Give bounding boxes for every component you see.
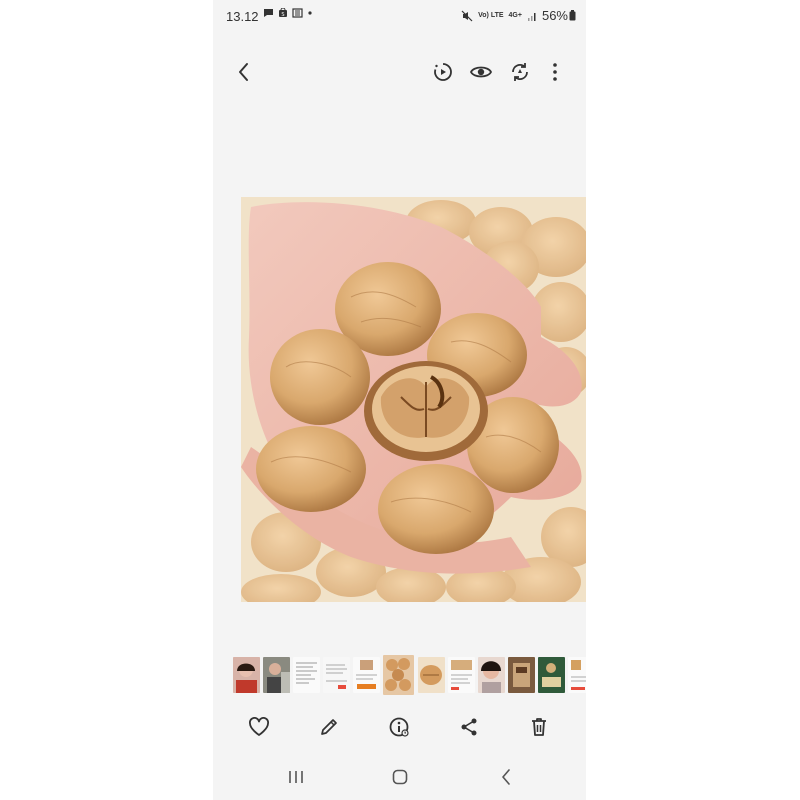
battery-icon xyxy=(569,10,576,21)
shop-notification-icon: S xyxy=(278,8,288,18)
battery-percent: 56% xyxy=(541,8,568,23)
thumbnail-10[interactable] xyxy=(508,657,535,693)
thumbnail-8[interactable] xyxy=(448,657,475,693)
thumbnail-3[interactable] xyxy=(293,657,320,693)
home-icon[interactable] xyxy=(385,762,415,792)
status-bar: 13.12 S Vo) LTE 4G+ 56% xyxy=(213,0,586,34)
chat-notification-icon xyxy=(263,8,274,18)
thumbnail-12[interactable] xyxy=(568,657,586,693)
back-nav-icon[interactable] xyxy=(491,762,521,792)
mute-icon xyxy=(461,10,473,22)
thumbnail-11[interactable] xyxy=(538,657,565,693)
network-label: 4G+ xyxy=(508,12,522,19)
filmstrip xyxy=(213,655,586,695)
recent-apps-icon[interactable] xyxy=(281,762,311,792)
edit-icon[interactable] xyxy=(314,712,344,742)
bottom-action-bar xyxy=(213,710,586,744)
thumbnail-7[interactable] xyxy=(418,657,445,693)
back-icon[interactable] xyxy=(229,57,259,87)
signal-icon xyxy=(527,11,537,21)
details-icon[interactable] xyxy=(384,712,414,742)
share-icon[interactable] xyxy=(454,712,484,742)
view-icon[interactable] xyxy=(466,57,496,87)
thumbnail-6-current[interactable] xyxy=(383,655,414,695)
gallery-notification-icon xyxy=(292,8,303,18)
thumbnail-4[interactable] xyxy=(323,657,350,693)
thumbnail-9[interactable] xyxy=(478,657,505,693)
thumbnail-5[interactable] xyxy=(353,657,380,693)
gallery-viewer: 13.12 S Vo) LTE 4G+ 56% xyxy=(213,0,586,800)
system-navigation-bar xyxy=(213,760,586,794)
volte-label: Vo) LTE xyxy=(478,12,504,19)
top-action-bar xyxy=(213,55,586,91)
remaster-icon[interactable] xyxy=(505,57,535,87)
thumbnail-2[interactable] xyxy=(263,657,290,693)
status-time: 13.12 xyxy=(226,9,259,24)
more-options-icon[interactable] xyxy=(540,57,570,87)
svg-text:S: S xyxy=(281,12,284,18)
photo-preview[interactable] xyxy=(241,197,586,602)
motion-photo-icon[interactable] xyxy=(428,57,458,87)
thumbnail-1[interactable] xyxy=(233,657,260,693)
favorite-icon[interactable] xyxy=(244,712,274,742)
dot-notification-icon xyxy=(307,8,313,18)
walnut-photo-image xyxy=(241,197,586,602)
delete-icon[interactable] xyxy=(524,712,554,742)
